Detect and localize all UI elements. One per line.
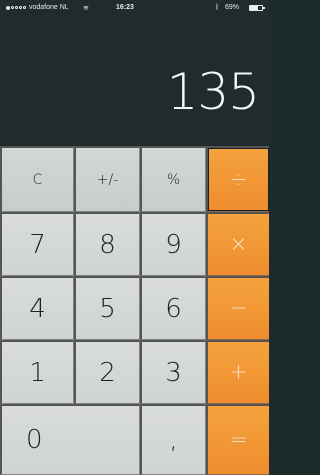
clock-time: 16:23 bbox=[116, 4, 134, 11]
signal-dot bbox=[19, 6, 22, 9]
digit-5-button[interactable]: 5 bbox=[74, 276, 140, 340]
digit-9-button[interactable]: 9 bbox=[140, 212, 206, 276]
calculator-display: 135 bbox=[166, 63, 260, 121]
signal-dot bbox=[23, 6, 26, 9]
decimal-button[interactable]: , bbox=[140, 404, 206, 475]
digit-7-button[interactable]: 7 bbox=[0, 212, 74, 276]
carrier-name: vodafone NL bbox=[29, 4, 69, 11]
bluetooth-icon: ᛒ bbox=[215, 4, 220, 11]
digit-8-button[interactable]: 8 bbox=[74, 212, 140, 276]
calculator-app: vodafone NL ≋ 16:23 ᛒ 69% 135 C +/- % ÷ … bbox=[0, 0, 269, 475]
battery-icon bbox=[249, 5, 265, 11]
digit-1-button[interactable]: 1 bbox=[0, 340, 74, 404]
digit-6-button[interactable]: 6 bbox=[140, 276, 206, 340]
clear-button[interactable]: C bbox=[0, 146, 74, 212]
wifi-icon: ≋ bbox=[83, 5, 89, 12]
digit-3-button[interactable]: 3 bbox=[140, 340, 206, 404]
digit-0-button[interactable]: 0 bbox=[0, 404, 140, 475]
signal-dot bbox=[11, 6, 14, 9]
plus-button[interactable]: + bbox=[206, 340, 269, 404]
minus-button[interactable]: − bbox=[206, 276, 269, 340]
calculator-keypad: C +/- % ÷ 7 8 9 × 4 5 6 − 1 2 3 + 0 , = bbox=[0, 146, 269, 475]
plus-minus-button[interactable]: +/- bbox=[74, 146, 140, 212]
digit-2-button[interactable]: 2 bbox=[74, 340, 140, 404]
signal-strength-icon bbox=[6, 6, 26, 10]
divide-button[interactable]: ÷ bbox=[206, 146, 269, 212]
status-bar: vodafone NL ≋ 16:23 ᛒ 69% bbox=[0, 0, 269, 18]
battery-fill bbox=[250, 6, 259, 10]
multiply-button[interactable]: × bbox=[206, 212, 269, 276]
signal-dot bbox=[15, 6, 18, 9]
signal-dot bbox=[6, 6, 10, 10]
digit-4-button[interactable]: 4 bbox=[0, 276, 74, 340]
equals-button[interactable]: = bbox=[206, 404, 269, 475]
battery-percentage: 69% bbox=[225, 4, 240, 11]
percent-button[interactable]: % bbox=[140, 146, 206, 212]
